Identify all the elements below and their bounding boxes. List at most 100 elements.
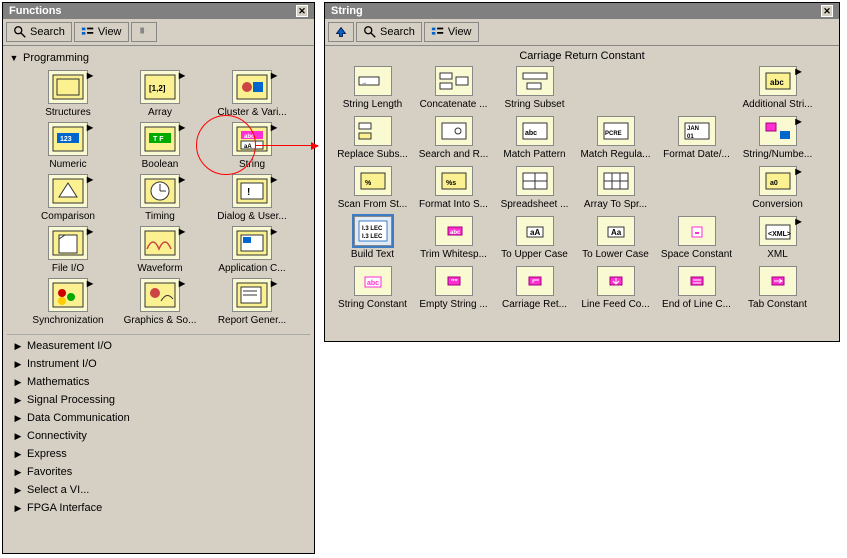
subpalette-application-c[interactable]: ▶ Application C... xyxy=(209,226,295,274)
palette-icon xyxy=(759,266,797,296)
string-item-scan-from-st[interactable]: % Scan From St... xyxy=(335,166,410,210)
string-item-format-into-s[interactable]: %s Format Into S... xyxy=(416,166,491,210)
empty-cell xyxy=(659,166,734,210)
string-item-match-pattern[interactable]: abc Match Pattern xyxy=(497,116,572,160)
subpalette-waveform[interactable]: ▶ Waveform xyxy=(117,226,203,274)
category-connectivity[interactable]: Connectivity xyxy=(7,427,310,445)
category-data-communication[interactable]: Data Communication xyxy=(7,409,310,427)
string-grid: → String Length Concatenate ... String S… xyxy=(325,64,839,316)
close-icon[interactable]: ✕ xyxy=(296,5,308,17)
string-item-string-subset[interactable]: String Subset xyxy=(497,66,572,110)
subpalette-timing[interactable]: ▶ Timing xyxy=(117,174,203,222)
palette-icon: abc ▶ xyxy=(759,66,797,96)
subpalette-report-gener[interactable]: ▶ Report Gener... xyxy=(209,278,295,326)
string-item-concatenate[interactable]: Concatenate ... xyxy=(416,66,491,110)
category-programming-header[interactable]: Programming xyxy=(7,50,310,66)
search-label: Search xyxy=(30,26,65,38)
palette-icon: Aa xyxy=(597,216,635,246)
string-item-empty-string[interactable]: "" Empty String ... xyxy=(416,266,491,310)
palette-label: Cluster & Vari... xyxy=(217,107,286,118)
string-item-format-date[interactable]: JAN01 Format Date/... xyxy=(659,116,734,160)
category-signal-processing[interactable]: Signal Processing xyxy=(7,391,310,409)
string-item-space-constant[interactable]: Space Constant xyxy=(659,216,734,260)
svg-text:abc: abc xyxy=(367,280,379,287)
palette-label: Tab Constant xyxy=(748,299,807,310)
view-button[interactable]: View xyxy=(74,22,129,42)
palette-label: Trim Whitesp... xyxy=(420,249,487,260)
palette-icon: ▶ xyxy=(759,116,797,146)
string-item-to-lower-case[interactable]: Aa To Lower Case xyxy=(578,216,653,260)
svg-text:"": "" xyxy=(451,279,458,286)
string-item-trim-whitesp[interactable]: abc Trim Whitesp... xyxy=(416,216,491,260)
palette-label: Waveform xyxy=(137,263,182,274)
subpalette-structures[interactable]: ▶ Structures xyxy=(25,70,111,118)
pin-button[interactable] xyxy=(131,22,157,42)
string-item-string-numbe[interactable]: ▶ String/Numbe... xyxy=(740,116,815,160)
palette-icon: ▶ xyxy=(140,278,180,312)
svg-text:abc: abc xyxy=(525,130,537,137)
svg-text:[1,2]: [1,2] xyxy=(149,84,166,93)
category-label: FPGA Interface xyxy=(27,502,102,514)
subpalette-string[interactable]: abcaA ▶ String xyxy=(209,122,295,170)
string-item-search-and-r[interactable]: Search and R... xyxy=(416,116,491,160)
category-fpga-interface[interactable]: FPGA Interface xyxy=(7,499,310,517)
palette-icon: abc xyxy=(435,216,473,246)
subpalette-comparison[interactable]: ▶ Comparison xyxy=(25,174,111,222)
palette-label: Build Text xyxy=(351,249,394,260)
string-item-end-of-line-c[interactable]: End of Line C... xyxy=(659,266,734,310)
string-item-build-text[interactable]: I.3 LECI.3 LEC Build Text xyxy=(335,216,410,260)
string-item-array-to-spr[interactable]: Array To Spr... xyxy=(578,166,653,210)
category-label: Express xyxy=(27,448,67,460)
svg-text:Aa: Aa xyxy=(611,228,622,237)
up-button[interactable] xyxy=(328,22,354,42)
category-favorites[interactable]: Favorites xyxy=(7,463,310,481)
close-icon[interactable]: ✕ xyxy=(821,5,833,17)
submenu-arrow-icon: ▶ xyxy=(179,279,185,288)
search-button[interactable]: Search xyxy=(6,22,72,42)
svg-text:<XML>: <XML> xyxy=(768,231,791,238)
palette-icon: → xyxy=(354,66,392,96)
string-item-carriage-ret[interactable]: Carriage Ret... xyxy=(497,266,572,310)
string-item-string-length[interactable]: → String Length xyxy=(335,66,410,110)
functions-titlebar[interactable]: Functions ✕ xyxy=(3,3,314,19)
view-button[interactable]: View xyxy=(424,22,479,42)
palette-icon xyxy=(435,66,473,96)
palette-label: Array To Spr... xyxy=(584,199,647,210)
view-icon xyxy=(431,25,445,39)
string-item-replace-subs[interactable]: Replace Subs... xyxy=(335,116,410,160)
string-item-string-constant[interactable]: abc String Constant xyxy=(335,266,410,310)
palette-icon: JAN01 xyxy=(678,116,716,146)
string-item-match-regula[interactable]: PCRE Match Regula... xyxy=(578,116,653,160)
category-mathematics[interactable]: Mathematics xyxy=(7,373,310,391)
subpalette-numeric[interactable]: 123 ▶ Numeric xyxy=(25,122,111,170)
palette-label: String/Numbe... xyxy=(743,149,812,160)
category-measurement-i-o[interactable]: Measurement I/O xyxy=(7,337,310,355)
subpalette-dialog-user[interactable]: ! ▶ Dialog & User... xyxy=(209,174,295,222)
palette-icon: ! ▶ xyxy=(232,174,272,208)
subpalette-file-i-o[interactable]: ▶ File I/O xyxy=(25,226,111,274)
subpalette-cluster-vari[interactable]: ▶ Cluster & Vari... xyxy=(209,70,295,118)
palette-icon xyxy=(435,116,473,146)
svg-text:I.3 LEC: I.3 LEC xyxy=(362,234,383,240)
submenu-arrow-icon: ▶ xyxy=(179,175,185,184)
subpalette-boolean[interactable]: T F ▶ Boolean xyxy=(117,122,203,170)
string-item-tab-constant[interactable]: Tab Constant xyxy=(740,266,815,310)
string-item-spreadsheet[interactable]: Spreadsheet ... xyxy=(497,166,572,210)
category-express[interactable]: Express xyxy=(7,445,310,463)
string-item-line-feed-co[interactable]: Line Feed Co... xyxy=(578,266,653,310)
palette-label: Comparison xyxy=(41,211,95,222)
string-item-xml[interactable]: <XML> ▶ XML xyxy=(740,216,815,260)
subpalette-synchronization[interactable]: ▶ Synchronization xyxy=(25,278,111,326)
subpalette-array[interactable]: [1,2] ▶ Array xyxy=(117,70,203,118)
string-titlebar[interactable]: String ✕ xyxy=(325,3,839,19)
palette-label: Format Date/... xyxy=(663,149,730,160)
string-item-additional-stri[interactable]: abc ▶ Additional Stri... xyxy=(740,66,815,110)
string-item-conversion[interactable]: a0 ▶ Conversion xyxy=(740,166,815,210)
svg-text:abc: abc xyxy=(450,230,461,236)
string-item-to-upper-case[interactable]: aA To Upper Case xyxy=(497,216,572,260)
category-select-a-vi[interactable]: Select a VI... xyxy=(7,481,310,499)
subpalette-graphics-so[interactable]: ▶ Graphics & So... xyxy=(117,278,203,326)
search-button[interactable]: Search xyxy=(356,22,422,42)
palette-label: String Subset xyxy=(504,99,564,110)
category-instrument-i-o[interactable]: Instrument I/O xyxy=(7,355,310,373)
